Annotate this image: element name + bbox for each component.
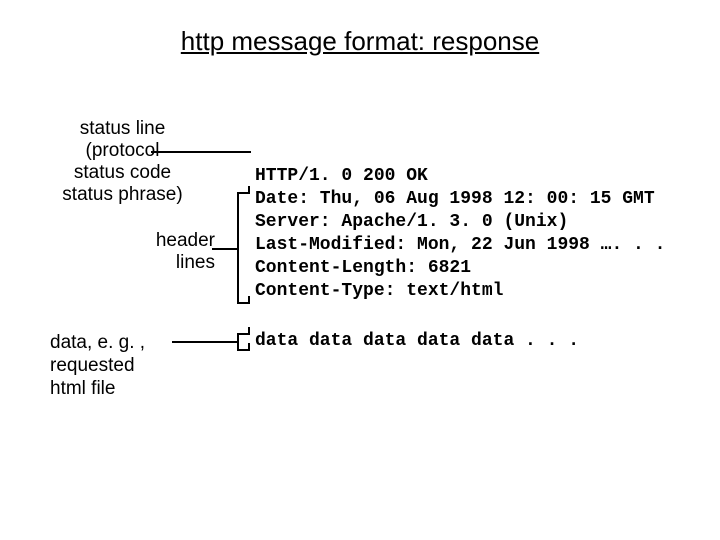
label-data: data, e. g. , requested html file bbox=[50, 332, 170, 400]
connector-header bbox=[212, 248, 237, 250]
header-lines: Date: Thu, 06 Aug 1998 12: 00: 15 GMT Se… bbox=[255, 188, 665, 303]
connector-data bbox=[172, 341, 237, 343]
data-body: data data data data data . . . bbox=[255, 330, 579, 353]
bracket-header-bot-v bbox=[248, 296, 250, 304]
status-line: HTTP/1. 0 200 OK bbox=[255, 165, 428, 188]
page-title: http message format: response bbox=[0, 26, 720, 57]
connector-status bbox=[151, 151, 251, 153]
label-header-lines: header lines bbox=[110, 230, 215, 274]
bracket-data-bot-v bbox=[248, 343, 250, 351]
bracket-header-main bbox=[237, 192, 239, 304]
label-status-line: status line (protocol status code status… bbox=[50, 118, 195, 205]
